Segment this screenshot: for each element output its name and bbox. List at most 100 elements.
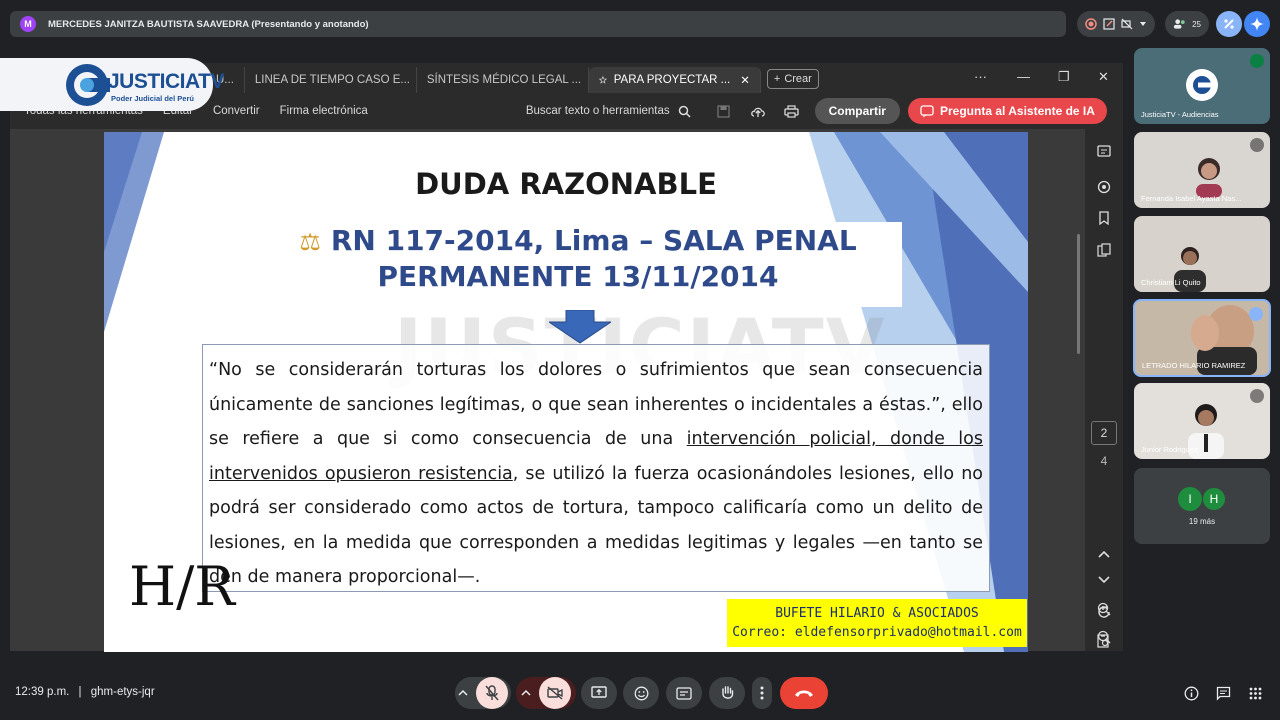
- justiciatv-logo-banner: JUSTICIATV Poder Judicial del Perú: [0, 58, 224, 111]
- emoji-icon: [634, 686, 648, 700]
- participant-name: Fernanda Isabel Ayasta Nas...: [1141, 194, 1242, 203]
- tab-3[interactable]: SÍNTESIS MÉDICO LEGAL ...: [417, 67, 589, 93]
- convert-menu[interactable]: Convertir: [213, 105, 260, 117]
- participant-name: Junior Rodriguez: [1141, 445, 1198, 454]
- annotate-icon: [1103, 18, 1115, 30]
- more-participants-tile[interactable]: I H 19 más: [1134, 468, 1270, 544]
- footer-email: Correo: eldefensorprivado@hotmail.com: [732, 625, 1022, 640]
- camera-off-icon: [547, 686, 563, 700]
- bookmark-icon[interactable]: [1097, 211, 1111, 225]
- camera-control-group: [516, 677, 576, 709]
- ai-assistant-button[interactable]: Pregunta al Asistente de IA: [907, 98, 1107, 124]
- raise-hand-button[interactable]: [709, 677, 745, 709]
- chevron-down-icon[interactable]: [1098, 575, 1110, 585]
- esign-menu[interactable]: Firma electrónica: [280, 105, 368, 117]
- recording-controls[interactable]: [1077, 11, 1155, 37]
- search-icon[interactable]: [678, 105, 691, 118]
- justiciatv-avatar: [1186, 69, 1218, 101]
- people-icon: [1173, 19, 1185, 29]
- vertical-scrollbar[interactable]: [1077, 234, 1080, 354]
- down-arrow-icon: [549, 310, 611, 344]
- mic-off-icon: [1250, 389, 1264, 403]
- participant-tile-3[interactable]: Christiam Li Quito: [1134, 216, 1270, 292]
- slide-page: JUSTICIATV DUDA RAZONABLE ⚖RN 117-2014, …: [104, 132, 1028, 652]
- print-icon[interactable]: [783, 104, 799, 118]
- page-number-input[interactable]: 2: [1091, 421, 1117, 445]
- mic-off-icon: [1250, 138, 1264, 152]
- comment-icon[interactable]: [1097, 145, 1111, 159]
- logo-subtitle-text: Poder Judicial del Perú: [111, 94, 194, 103]
- meeting-time: 12:39 p.m.: [15, 686, 70, 698]
- more-menu-button[interactable]: ···: [974, 69, 987, 84]
- document-canvas[interactable]: JUSTICIATV DUDA RAZONABLE ⚖RN 117-2014, …: [10, 129, 1085, 652]
- pdf-right-rail: [1085, 129, 1123, 651]
- save-icon[interactable]: [717, 104, 730, 118]
- participant-count: 25: [1192, 19, 1201, 29]
- chat-icon[interactable]: [1216, 686, 1231, 701]
- case-line-1-text: RN 117-2014, Lima – SALA PENAL: [330, 224, 857, 257]
- present-screen-icon: [591, 686, 607, 698]
- participant-avatar-h: H: [1202, 487, 1226, 511]
- hr-monogram-logo: H/R: [129, 555, 235, 618]
- participant-avatar-i: I: [1178, 487, 1202, 511]
- hang-up-icon: [795, 690, 813, 697]
- participant-tile-1[interactable]: JusticiaTV - Audiencias: [1134, 48, 1270, 124]
- justiciatv-logo-icon: [66, 64, 110, 106]
- participants-button[interactable]: 25: [1165, 11, 1209, 37]
- chevron-up-icon[interactable]: [1098, 549, 1110, 559]
- tab-4-label: PARA PROYECTAR ...: [613, 74, 731, 86]
- pages-icon[interactable]: [1097, 243, 1111, 257]
- camera-toggle-button[interactable]: [539, 677, 571, 709]
- minimize-icon[interactable]: —: [1017, 69, 1030, 84]
- chevron-down-icon: [1140, 22, 1146, 26]
- hand-icon: [721, 686, 733, 699]
- slide-title: DUDA RAZONABLE: [415, 167, 717, 201]
- record-icon: [1085, 18, 1097, 30]
- ai-chat-icon: [920, 104, 934, 117]
- gemini-button[interactable]: [1244, 11, 1270, 37]
- more-options-button[interactable]: [752, 677, 772, 709]
- mic-active-icon: [1250, 54, 1264, 68]
- upload-cloud-icon[interactable]: [750, 105, 766, 118]
- chevron-up-icon[interactable]: [458, 689, 468, 697]
- link-icon[interactable]: [1097, 180, 1111, 194]
- maximize-icon[interactable]: ❐: [1058, 69, 1070, 85]
- sparkle-icon: [1250, 17, 1264, 31]
- mic-toggle-button[interactable]: [476, 677, 508, 709]
- mic-control-group: [455, 677, 511, 709]
- scales-icon: ⚖: [299, 228, 321, 256]
- activities-grid-icon[interactable]: [1249, 687, 1262, 700]
- new-tab-button[interactable]: + Crear: [766, 69, 819, 89]
- participant-name: Christiam Li Quito: [1141, 278, 1201, 287]
- search-tools-field[interactable]: Buscar texto o herramientas: [526, 105, 670, 117]
- case-reference-box: ⚖ RN 117-2014, Lima – SALA PENAL PERMANEN…: [254, 222, 902, 307]
- close-window-icon[interactable]: ✕: [1098, 69, 1109, 85]
- participant-video-placeholder: [1196, 158, 1222, 198]
- chevron-up-icon[interactable]: [521, 689, 531, 697]
- share-button[interactable]: Compartir: [814, 98, 900, 124]
- tab-close-icon[interactable]: ✕: [740, 73, 750, 87]
- reactions-button[interactable]: [623, 677, 659, 709]
- present-screen-button[interactable]: [581, 677, 617, 709]
- participant-tile-2[interactable]: Fernanda Isabel Ayasta Nas...: [1134, 132, 1270, 208]
- page-total: 4: [1100, 454, 1108, 468]
- captions-button[interactable]: [666, 677, 702, 709]
- logo-brand-text: JUSTICIATV: [108, 70, 224, 93]
- zoom-out-icon[interactable]: [1097, 630, 1111, 644]
- footer-contact-box: BUFETE HILARIO & ASOCIADOS Correo: eldef…: [727, 599, 1027, 647]
- leave-call-button[interactable]: [780, 677, 828, 709]
- case-line-1: ⚖ RN 117-2014, Lima – SALA PENAL: [254, 222, 902, 257]
- participant-tile-5[interactable]: Junior Rodriguez: [1134, 383, 1270, 459]
- separator: |: [78, 686, 82, 698]
- presenter-banner: M MERCEDES JANITZA BAUTISTA SAAVEDRA (Pr…: [10, 11, 1066, 37]
- tab-2[interactable]: LINEA DE TIEMPO CASO E...: [245, 67, 417, 93]
- participant-tile-4-speaking[interactable]: LETRADO HILARIO RAMIREZ: [1133, 299, 1271, 377]
- zoom-in-icon[interactable]: [1097, 602, 1111, 616]
- edit-shapes-icon: [1224, 19, 1234, 29]
- meeting-details-icon[interactable]: [1184, 686, 1199, 701]
- activities-button[interactable]: [1216, 11, 1242, 37]
- more-vert-icon: [760, 686, 764, 700]
- star-icon: [598, 75, 607, 84]
- new-tab-label: Crear: [784, 73, 812, 85]
- tab-4-active[interactable]: PARA PROYECTAR ... ✕: [588, 67, 761, 93]
